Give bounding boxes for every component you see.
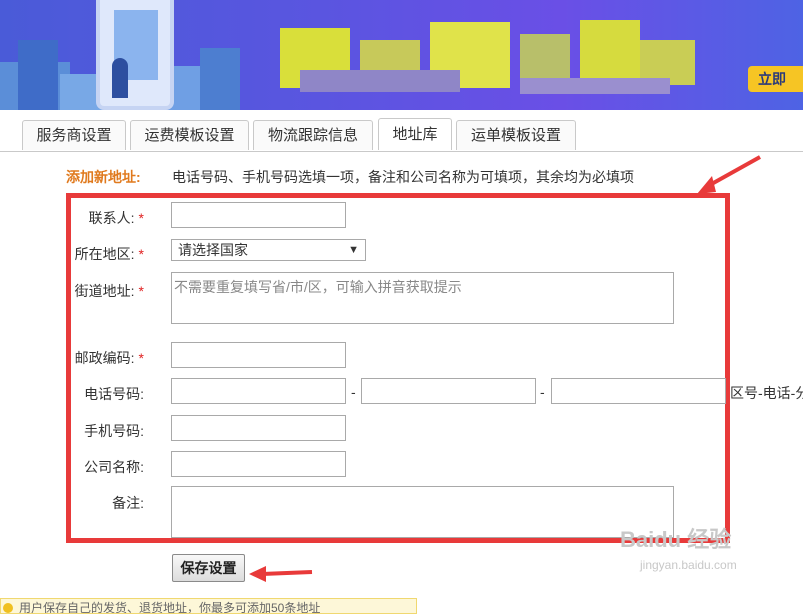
save-button[interactable]: 保存设置 xyxy=(172,554,245,582)
remark-label: 备注: xyxy=(112,495,144,511)
phone-separator: - xyxy=(540,384,545,400)
street-textarea[interactable] xyxy=(171,272,674,324)
arrow-to-save xyxy=(261,570,313,576)
baidu-watermark: Baidu 经验 xyxy=(620,527,732,552)
mobile-label: 手机号码: xyxy=(84,423,144,439)
arrow-to-form xyxy=(707,155,761,188)
country-select[interactable]: 请选择国家 ▼ xyxy=(171,239,366,261)
contact-label: 联系人: * xyxy=(88,210,144,226)
zip-input[interactable] xyxy=(171,342,346,368)
dropdown-arrow-icon: ▼ xyxy=(348,244,359,256)
notice-bar: 用户保存自己的发货、退货地址，你最多可添加50条地址 xyxy=(0,598,417,614)
phone-extension-input[interactable] xyxy=(551,378,726,404)
company-label: 公司名称: xyxy=(84,459,144,475)
baidu-watermark-url: jingyan.baidu.com xyxy=(640,558,737,572)
phone-separator: - xyxy=(351,384,356,400)
contact-input[interactable] xyxy=(171,202,346,228)
region-label: 所在地区: * xyxy=(74,246,144,262)
phone-area-code-input[interactable] xyxy=(171,378,346,404)
lightbulb-icon xyxy=(3,603,13,613)
company-input[interactable] xyxy=(171,451,346,477)
phone-number-input[interactable] xyxy=(361,378,536,404)
arrowhead-form xyxy=(697,176,716,194)
arrowhead-save xyxy=(249,566,266,582)
phone-label: 电话号码: xyxy=(84,386,144,402)
zip-label: 邮政编码: * xyxy=(74,350,144,366)
street-label: 街道地址: * xyxy=(74,283,144,299)
phone-format-hint: 区号-电话-分机 xyxy=(730,385,803,401)
mobile-input[interactable] xyxy=(171,415,346,441)
remark-textarea[interactable] xyxy=(171,486,674,538)
